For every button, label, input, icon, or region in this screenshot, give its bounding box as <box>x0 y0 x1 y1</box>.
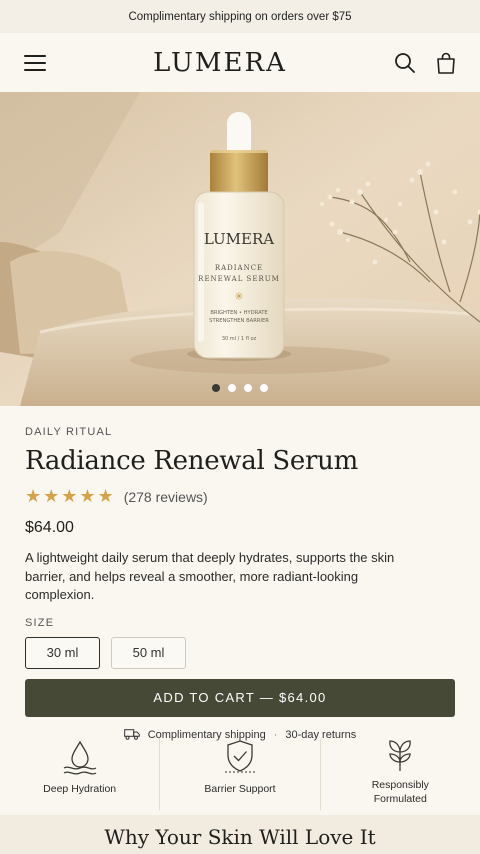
benefits-section: Why Your Skin Will Love It <box>0 815 480 854</box>
water-drop-icon <box>63 740 96 775</box>
announcement-text: Complimentary shipping on orders over $7… <box>128 10 352 23</box>
sparkle-icon: ✳ <box>234 291 243 303</box>
feature-deep-hydration: Deep Hydration <box>0 738 159 810</box>
feature-label: Barrier Support <box>204 783 276 795</box>
bottle-volume: 30 ml / 1 fl oz <box>222 336 257 342</box>
bottle-brand: LUMERA <box>204 230 274 248</box>
rating-row: ★★★★★ (278 reviews) <box>25 486 455 507</box>
size-option-50ml[interactable]: 50 ml <box>111 636 186 669</box>
product-title: Radiance Renewal Serum <box>25 446 358 476</box>
feature-highlights: Deep Hydration Barrier Support Responsib… <box>0 738 480 810</box>
bottle-name-line1: RADIANCE <box>215 264 263 272</box>
site-header: LUMERA <box>0 33 480 92</box>
feature-responsibly-formulated: Responsibly Formulated <box>319 738 480 810</box>
header-actions <box>394 52 456 74</box>
bottle-name-line2: RENEWAL SERUM <box>198 275 280 283</box>
leaf-icon <box>389 740 412 771</box>
search-icon[interactable] <box>394 52 416 74</box>
size-selector: 30 ml 50 ml <box>25 636 455 669</box>
size-option-30ml[interactable]: 30 ml <box>25 636 100 669</box>
add-to-cart-button[interactable]: ADD TO CART — $64.00 <box>25 678 455 717</box>
feature-label: Deep Hydration <box>43 783 117 795</box>
carousel-dot[interactable] <box>244 384 252 392</box>
size-label: SIZE <box>25 616 55 629</box>
carousel-dot[interactable] <box>212 384 220 392</box>
star-rating: ★★★★★ <box>25 486 116 506</box>
product-photo: LUMERA RADIANCE RENEWAL SERUM ✳ BRIGHTEN… <box>0 92 480 406</box>
product-description: A lightweight daily serum that deeply hy… <box>25 550 395 603</box>
product-eyebrow: DAILY RITUAL <box>25 426 113 438</box>
product-price: $64.00 <box>25 519 74 536</box>
feature-barrier-support: Barrier Support <box>159 738 319 810</box>
shield-icon <box>224 740 255 773</box>
announcement-bar: Complimentary shipping on orders over $7… <box>0 0 480 33</box>
bottle-claims-line2: STRENGTHEN BARRIER <box>209 318 269 324</box>
bottle-claims-line1: BRIGHTEN • HYDRATE <box>210 310 267 316</box>
product-image-carousel[interactable]: LUMERA RADIANCE RENEWAL SERUM ✳ BRIGHTEN… <box>0 92 480 406</box>
carousel-dot[interactable] <box>260 384 268 392</box>
feature-label: Responsibly Formulated <box>371 779 429 806</box>
product-info: DAILY RITUAL Radiance Renewal Serum ★★★★… <box>0 406 480 741</box>
reviews-link[interactable]: (278 reviews) <box>124 489 208 505</box>
carousel-dot[interactable] <box>228 384 236 392</box>
bag-icon[interactable] <box>436 52 456 74</box>
section-title: Why Your Skin Will Love It <box>104 825 376 849</box>
carousel-dots <box>0 384 480 392</box>
menu-icon[interactable] <box>24 54 46 71</box>
logo[interactable]: LUMERA <box>153 48 287 78</box>
